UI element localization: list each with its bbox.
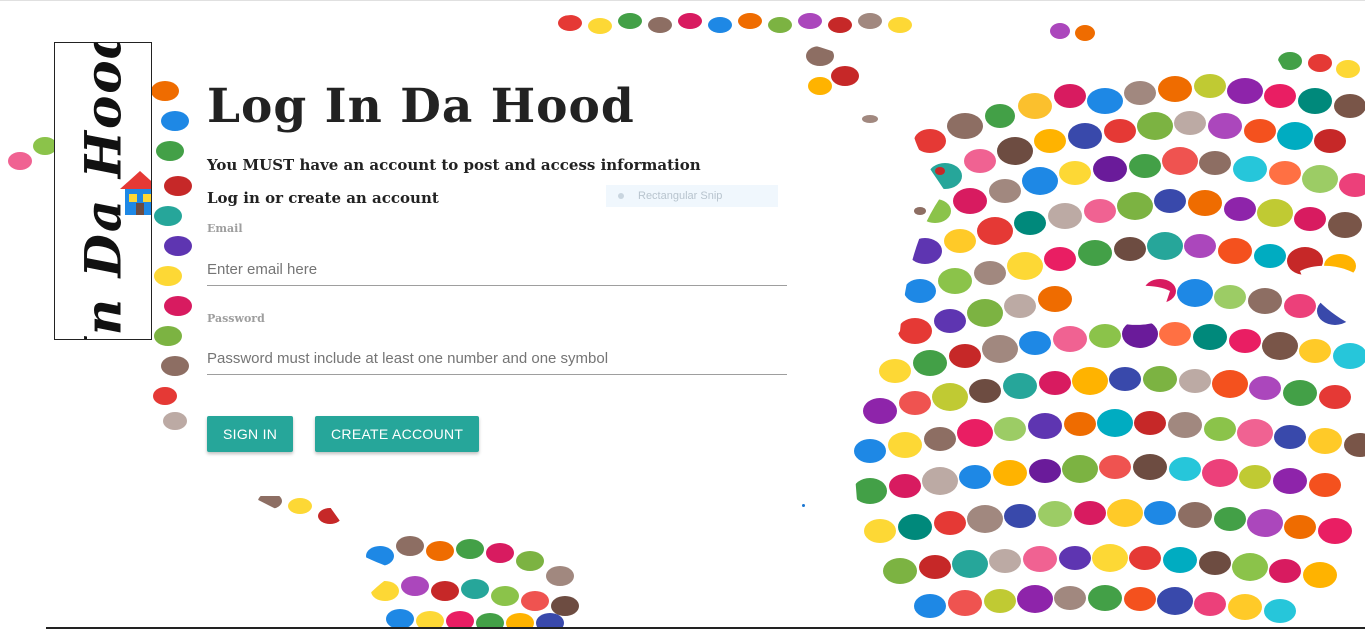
sign-in-button[interactable]: SIGN IN <box>207 416 294 452</box>
snip-dot-icon <box>618 193 624 199</box>
login-page: In Da Hood Log In Da Hood You MUST have … <box>0 0 1365 629</box>
page-title: Log In Da Hood <box>207 79 635 134</box>
account-required-notice: You MUST have an account to post and acc… <box>207 156 701 174</box>
snip-tooltip-label: Rectangular Snip <box>638 190 723 202</box>
house-icon <box>120 171 151 215</box>
email-label: Email <box>207 222 243 235</box>
create-account-button[interactable]: CREATE ACCOUNT <box>315 416 480 452</box>
password-field[interactable] <box>207 343 787 375</box>
email-field[interactable] <box>207 254 787 286</box>
password-label: Password <box>207 312 265 325</box>
site-logo[interactable]: In Da Hood <box>54 42 152 340</box>
rectangular-snip-tooltip: Rectangular Snip <box>606 185 778 207</box>
decorative-dot <box>802 504 805 507</box>
login-instruction: Log in or create an account <box>207 189 439 207</box>
